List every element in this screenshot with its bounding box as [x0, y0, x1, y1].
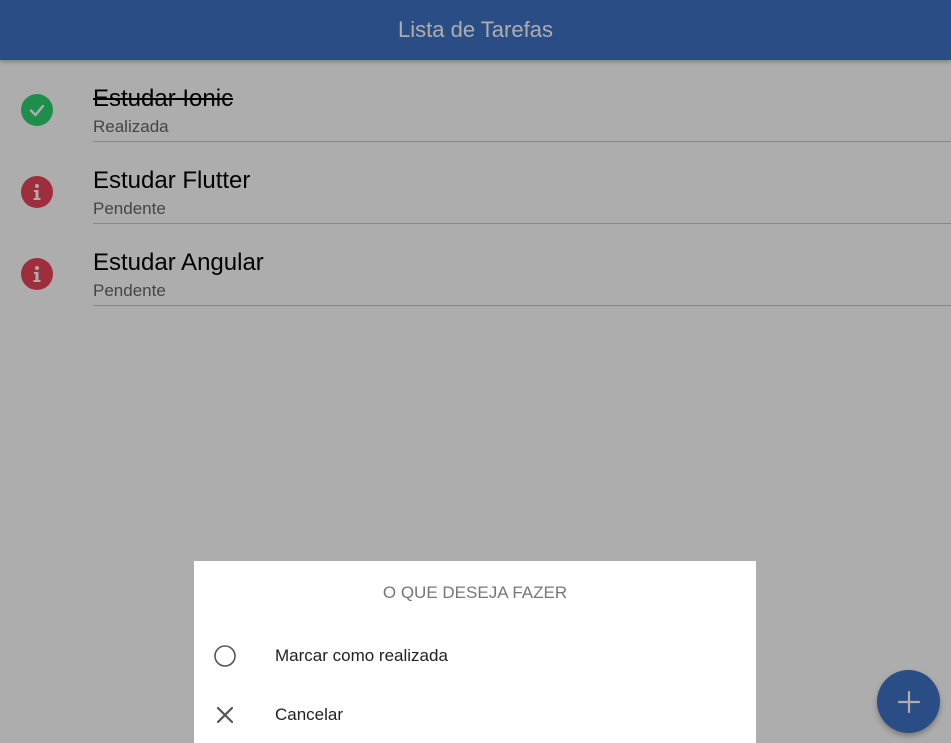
cancel-button[interactable]: Cancelar [194, 688, 756, 742]
radio-button-off-icon [213, 644, 237, 668]
action-sheet: O QUE DESEJA FAZER Marcar como realizada… [194, 561, 756, 743]
cancel-label: Cancelar [275, 705, 344, 724]
action-sheet-header: O QUE DESEJA FAZER [382, 583, 568, 602]
mark-done-button[interactable]: Marcar como realizada [194, 629, 756, 683]
mark-done-label: Marcar como realizada [275, 646, 448, 665]
close-icon [213, 703, 237, 727]
